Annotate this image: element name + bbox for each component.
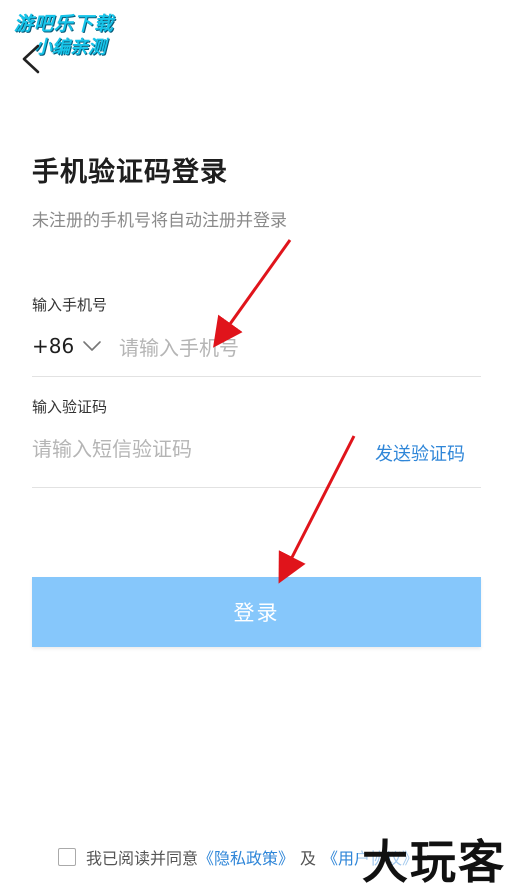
- annotation-arrow-phone: [213, 239, 292, 348]
- chevron-down-icon: [83, 341, 102, 351]
- phone-field-label: 输入手机号: [32, 296, 108, 314]
- agreement-prefix: 我已阅读并同意: [86, 849, 199, 868]
- watermark-logo-bottom: 大玩客: [358, 826, 510, 892]
- back-button[interactable]: [16, 42, 50, 76]
- country-code-selector[interactable]: +86: [32, 334, 102, 358]
- code-field-label: 输入验证码: [32, 398, 108, 416]
- agreement-conjunction: 及: [300, 849, 317, 868]
- login-button[interactable]: 登录: [32, 577, 481, 647]
- page-subtitle: 未注册的手机号将自动注册并登录: [32, 211, 287, 231]
- verification-code-input[interactable]: [32, 434, 352, 464]
- watermark-line-1: 游吧乐下载: [14, 13, 115, 35]
- phone-field-divider: [32, 376, 481, 377]
- privacy-policy-link[interactable]: 《隐私政策》: [198, 845, 294, 869]
- country-code-value: +86: [32, 334, 75, 358]
- agreement-checkbox[interactable]: [58, 848, 76, 866]
- page-title: 手机验证码登录: [32, 157, 228, 188]
- send-code-button[interactable]: 发送验证码: [375, 440, 465, 466]
- code-field-divider: [32, 487, 481, 488]
- phone-number-input[interactable]: [119, 333, 459, 363]
- chevron-left-icon: [22, 44, 40, 74]
